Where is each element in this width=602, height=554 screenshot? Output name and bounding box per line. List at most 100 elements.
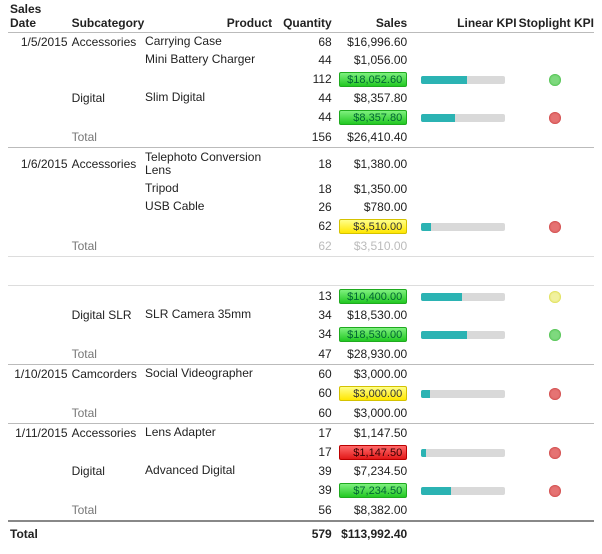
linear-kpi [411, 75, 516, 84]
report-table: Sales Date Subcategory Product Quantity … [0, 0, 602, 554]
subtotal-row: 44 $8,357.80 [8, 107, 594, 127]
cell-subcat: Camcorders [68, 367, 145, 381]
hdr-stop: Stoplight KPI [517, 16, 594, 30]
cell-sales: $780.00 [336, 200, 411, 214]
cell-qty: 17 [278, 426, 336, 440]
total-label: Total [68, 406, 145, 420]
cell-sales: $3,000.00 [336, 367, 411, 381]
cell-qty: 56 [278, 503, 336, 517]
cell-date: 1/11/2015 [8, 426, 68, 440]
table-row: 1/5/2015 Accessories Carrying Case 68 $1… [8, 33, 594, 51]
kpi-badge: $3,000.00 [336, 386, 411, 401]
cell-qty: 18 [278, 157, 336, 171]
table-row: Digital Advanced Digital 39 $7,234.50 [8, 462, 594, 480]
cell-date: 1/5/2015 [8, 35, 68, 49]
cell-qty: 47 [278, 347, 336, 361]
cell-sales: $8,357.80 [336, 91, 411, 105]
cell-sales: $7,234.50 [336, 464, 411, 478]
kpi-badge: $10,400.00 [336, 289, 411, 304]
date-total-row: Total 60 $3,000.00 [8, 403, 594, 424]
cell-qty: 60 [278, 386, 336, 400]
total-label: Total [68, 503, 145, 517]
linear-kpi [411, 486, 516, 495]
cell-product: Advanced Digital [145, 464, 278, 477]
kpi-badge: $18,530.00 [336, 327, 411, 342]
kpi-badge: $8,357.80 [336, 110, 411, 125]
cell-subcat: Digital SLR [68, 308, 145, 322]
cell-qty: 34 [278, 327, 336, 341]
date-total-row: Total 56 $8,382.00 [8, 500, 594, 520]
kpi-badge: $18,052.60 [336, 72, 411, 87]
cell-subcat: Accessories [68, 157, 145, 171]
hdr-product: Product [145, 16, 278, 30]
kpi-badge: $1,147.50 [336, 445, 411, 460]
cell-sales: $113,992.40 [336, 527, 411, 541]
subtotal-row: 13 $10,400.00 [8, 286, 594, 306]
cell-sales: $3,000.00 [336, 406, 411, 420]
total-label: Total [68, 347, 145, 361]
linear-kpi [411, 330, 516, 339]
cell-sales: $3,510.00 [336, 239, 411, 253]
cell-product: Tripod [145, 182, 278, 195]
total-label: Total [68, 130, 145, 144]
cell-qty: 112 [278, 72, 336, 86]
subtotal-row: 17 $1,147.50 [8, 442, 594, 462]
cell-qty: 44 [278, 110, 336, 124]
subtotal-row: 34 $18,530.00 [8, 324, 594, 344]
cell-qty: 60 [278, 406, 336, 420]
subtotal-row: 60 $3,000.00 [8, 383, 594, 403]
table-row: Digital Slim Digital 44 $8,357.80 [8, 89, 594, 107]
hdr-qty: Quantity [278, 16, 336, 30]
cell-qty: 26 [278, 200, 336, 214]
stoplight-kpi [517, 483, 594, 497]
cell-product: Lens Adapter [145, 426, 278, 439]
cell-product: Telephoto Conversion Lens [145, 151, 278, 177]
cell-qty: 44 [278, 91, 336, 105]
cell-sales: $16,996.60 [336, 35, 411, 49]
linear-kpi [411, 389, 516, 398]
date-total-row: Total 156 $26,410.40 [8, 127, 594, 148]
stoplight-kpi [517, 386, 594, 400]
table-row: Digital SLR SLR Camera 35mm 34 $18,530.0… [8, 306, 594, 324]
linear-kpi [411, 113, 516, 122]
header-row: Sales Date Subcategory Product Quantity … [8, 4, 594, 33]
hdr-sales: Sales [336, 16, 411, 30]
cell-subcat: Digital [68, 91, 145, 105]
linear-kpi [411, 292, 516, 301]
cell-qty: 13 [278, 289, 336, 303]
hdr-linear: Linear KPI [411, 16, 516, 30]
cell-product: SLR Camera 35mm [145, 308, 278, 321]
cell-qty: 62 [278, 219, 336, 233]
cell-qty: 39 [278, 464, 336, 478]
stoplight-kpi [517, 289, 594, 303]
table-row: Tripod 18 $1,350.00 [8, 180, 594, 198]
cell-product: Social Videographer [145, 367, 278, 380]
cell-product: Carrying Case [145, 35, 278, 48]
cell-sales: $18,530.00 [336, 308, 411, 322]
cell-subcat: Accessories [68, 426, 145, 440]
table-row: 1/11/2015 Accessories Lens Adapter 17 $1… [8, 424, 594, 442]
subtotal-row: 39 $7,234.50 [8, 480, 594, 500]
cell-qty: 34 [278, 308, 336, 322]
stoplight-kpi [517, 72, 594, 86]
hdr-subcat: Subcategory [68, 16, 145, 30]
cell-sales: $1,350.00 [336, 182, 411, 196]
subtotal-row: 112 $18,052.60 [8, 69, 594, 89]
cell-qty: 579 [278, 527, 336, 541]
kpi-badge: $3,510.00 [336, 219, 411, 234]
table-row: 1/10/2015 Camcorders Social Videographer… [8, 365, 594, 383]
cell-sales: $1,056.00 [336, 53, 411, 67]
stoplight-kpi [517, 219, 594, 233]
stoplight-kpi [517, 110, 594, 124]
stoplight-kpi [517, 327, 594, 341]
stoplight-kpi [517, 445, 594, 459]
cell-sales: $28,930.00 [336, 347, 411, 361]
cell-product: Mini Battery Charger [145, 53, 278, 66]
hdr-date: Sales Date [8, 2, 68, 30]
cell-product: USB Cable [145, 200, 278, 213]
cell-subcat: Digital [68, 464, 145, 478]
cell-sales: $26,410.40 [336, 130, 411, 144]
kpi-badge: $7,234.50 [336, 483, 411, 498]
cell-qty: 60 [278, 367, 336, 381]
cell-date: 1/6/2015 [8, 157, 68, 171]
